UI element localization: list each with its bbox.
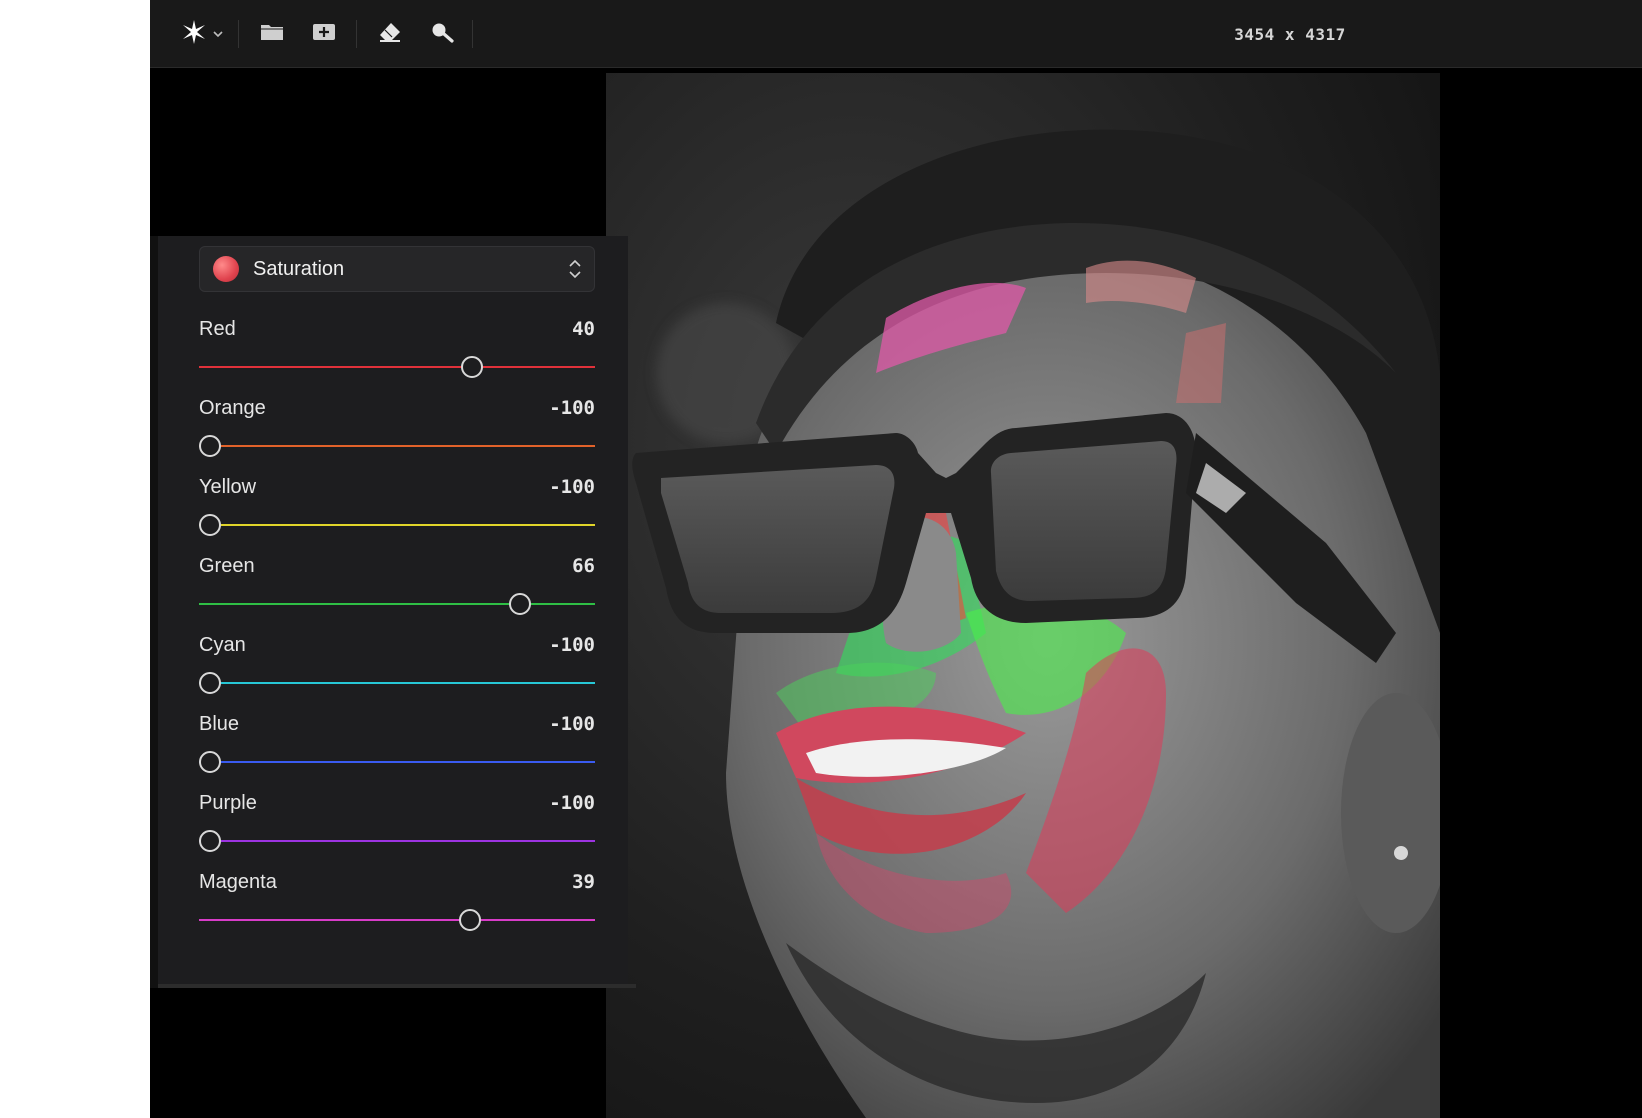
- slider-track[interactable]: [199, 919, 595, 921]
- slider-thumb[interactable]: [460, 356, 483, 378]
- slider-magenta: Magenta 39: [199, 871, 595, 941]
- slider-track[interactable]: [199, 761, 595, 763]
- magic-tool-dropdown[interactable]: [210, 18, 226, 50]
- slider-value[interactable]: -100: [549, 397, 595, 419]
- eraser-button[interactable]: [372, 18, 408, 50]
- adjustment-mode-select[interactable]: Saturation: [199, 246, 595, 292]
- slider-track[interactable]: [199, 366, 595, 368]
- portrait-photo: [606, 73, 1440, 1118]
- adjustments-panel: Saturation Red 40 Orange -100 Yellow -100 Gree…: [150, 236, 636, 988]
- mode-select-label: Saturation: [253, 257, 345, 280]
- slider-purple: Purple -100: [199, 792, 595, 862]
- editor-window: 3454 x 4317 Saturation Red 40 Orange -10…: [150, 0, 1642, 1118]
- slider-track[interactable]: [199, 445, 595, 447]
- open-folder-button[interactable]: [254, 18, 290, 50]
- slider-label: Red: [199, 318, 236, 340]
- add-image-button[interactable]: [306, 18, 342, 50]
- slider-label: Magenta: [199, 871, 277, 893]
- toolbar-divider: [356, 20, 357, 48]
- slider-thumb[interactable]: [199, 672, 221, 694]
- panel-bottom-edge: [158, 984, 636, 988]
- slider-label: Yellow: [199, 476, 257, 498]
- slider-value[interactable]: 66: [572, 555, 595, 577]
- photo-canvas[interactable]: [606, 73, 1440, 1118]
- mode-color-swatch: [213, 256, 239, 282]
- zoom-button[interactable]: [424, 18, 460, 50]
- eraser-icon: [377, 20, 403, 49]
- slider-thumb[interactable]: [199, 830, 221, 852]
- magic-tool-button[interactable]: [176, 18, 212, 50]
- slider-track[interactable]: [199, 524, 595, 526]
- slider-orange: Orange -100: [199, 397, 595, 467]
- toolbar-divider: [472, 20, 473, 48]
- add-image-icon: [311, 21, 337, 48]
- chevron-down-icon: [213, 25, 223, 43]
- zoom-icon: [429, 20, 455, 49]
- slider-value[interactable]: 39: [572, 871, 595, 893]
- slider-blue: Blue -100: [199, 713, 595, 783]
- slider-track[interactable]: [199, 603, 595, 605]
- slider-track[interactable]: [199, 840, 595, 842]
- slider-cyan: Cyan -100: [199, 634, 595, 704]
- slider-red: Red 40: [199, 318, 595, 388]
- slider-thumb[interactable]: [199, 435, 221, 457]
- slider-track[interactable]: [199, 682, 595, 684]
- slider-label: Blue: [199, 713, 240, 735]
- slider-value[interactable]: 40: [572, 318, 595, 340]
- slider-thumb[interactable]: [509, 593, 532, 615]
- slider-yellow: Yellow -100: [199, 476, 595, 546]
- toolbar: 3454 x 4317: [150, 0, 1642, 68]
- sparkle-icon: [181, 19, 207, 50]
- slider-label: Cyan: [199, 634, 246, 656]
- slider-thumb[interactable]: [199, 751, 221, 773]
- folder-icon: [259, 21, 285, 48]
- slider-thumb[interactable]: [458, 909, 481, 931]
- slider-label: Orange: [199, 397, 266, 419]
- slider-value[interactable]: -100: [549, 634, 595, 656]
- slider-label: Green: [199, 555, 255, 577]
- slider-value[interactable]: -100: [549, 476, 595, 498]
- chevron-up-down-icon: [568, 259, 582, 279]
- toolbar-divider: [238, 20, 239, 48]
- slider-green: Green 66: [199, 555, 595, 625]
- slider-value[interactable]: -100: [549, 713, 595, 735]
- slider-label: Purple: [199, 792, 257, 814]
- image-dimensions: 3454 x 4317: [1234, 24, 1346, 44]
- slider-thumb[interactable]: [199, 514, 221, 536]
- slider-value[interactable]: -100: [549, 792, 595, 814]
